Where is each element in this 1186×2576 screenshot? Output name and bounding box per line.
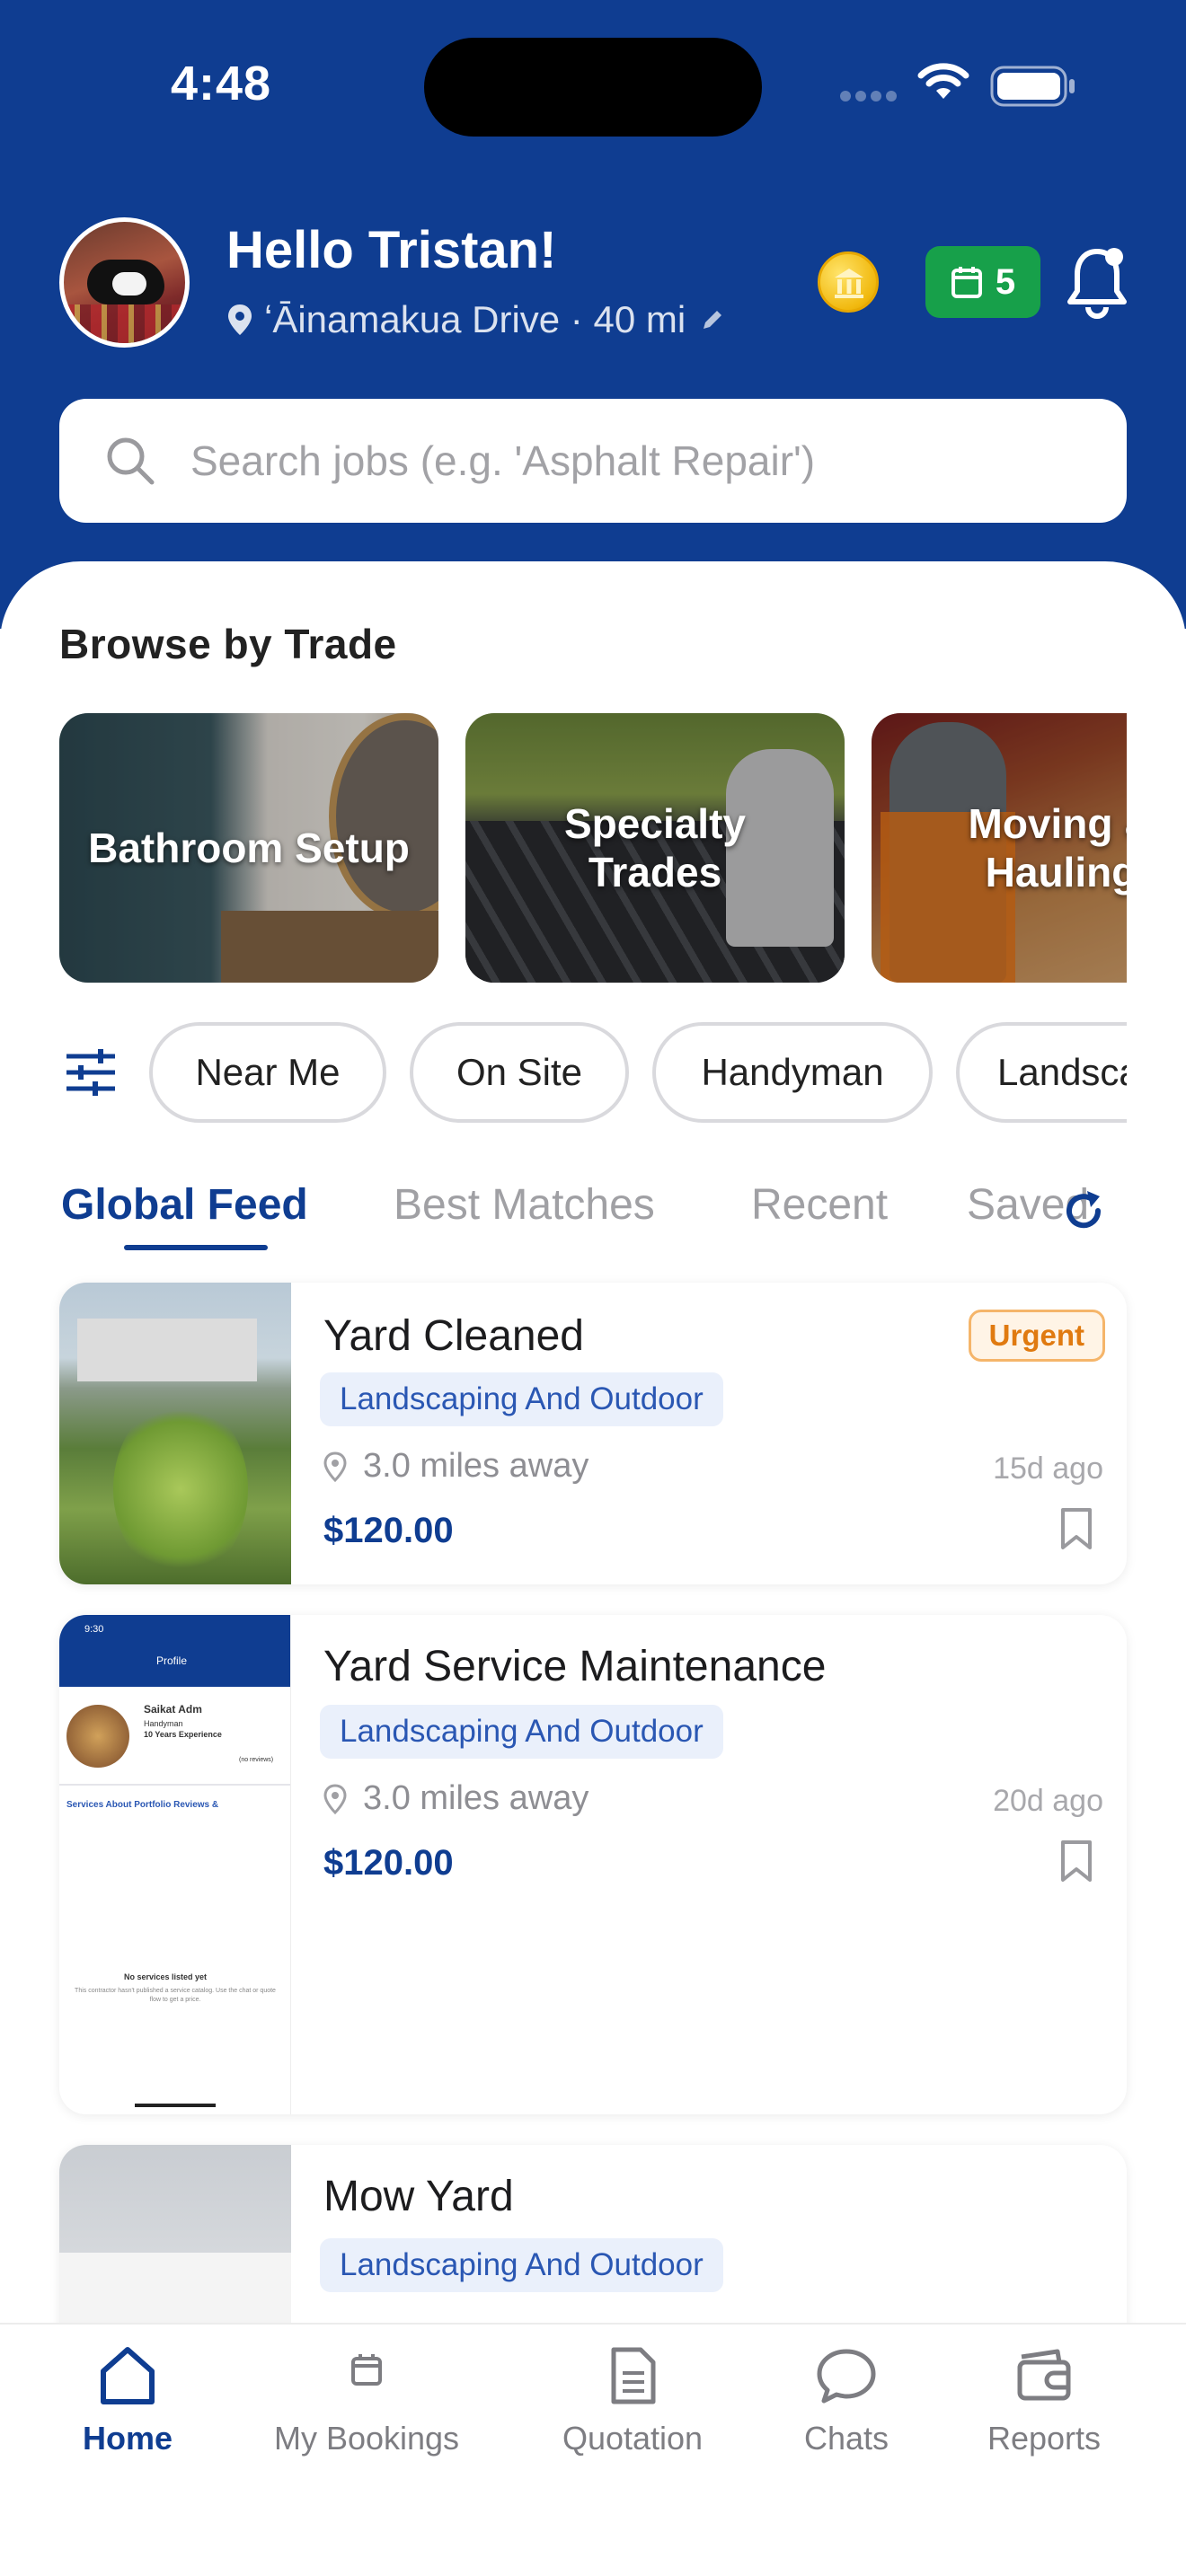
job-thumbnail [59, 1283, 291, 1584]
tab-global-feed[interactable]: Global Feed [61, 1180, 308, 1230]
nav-chats[interactable]: Chats [739, 2344, 954, 2457]
bell-icon[interactable] [1063, 244, 1131, 322]
filter-chip-on-site[interactable]: On Site [410, 1022, 629, 1123]
job-category-tag: Landscaping And Outdoor [320, 1372, 723, 1426]
bookmark-icon[interactable] [1058, 1839, 1094, 1883]
nav-label: My Bookings [273, 2420, 460, 2457]
distance-text: 3.0 miles away [363, 1779, 589, 1817]
trade-carousel[interactable]: Bathroom Setup Specialty Trades Moving &… [59, 713, 1127, 983]
app-header: 4:48 Hello Tristan! ʻĀinamakua Drive · 4… [0, 0, 1186, 629]
filter-chip-handyman[interactable]: Handyman [652, 1022, 933, 1123]
nav-label: Home [82, 2420, 173, 2457]
refresh-icon[interactable] [1060, 1187, 1107, 1234]
status-time: 4:48 [171, 57, 272, 110]
trade-label: Moving & Hauling [968, 800, 1128, 895]
bookmark-icon[interactable] [1058, 1507, 1094, 1550]
coin-icon[interactable] [818, 251, 879, 313]
nav-label: Quotation [562, 2420, 704, 2457]
location-pin-icon [323, 1451, 347, 1482]
nav-quotation[interactable]: Quotation [525, 2344, 740, 2457]
job-distance: 3.0 miles away [323, 1447, 589, 1486]
nav-my-bookings[interactable]: My Bookings [259, 2344, 474, 2457]
filter-sliders-icon[interactable] [65, 1047, 117, 1098]
trade-label: Specialty Trades [564, 800, 746, 895]
job-thumbnail: 9:30 Profile Saikat Adm Handyman 10 Year… [59, 1615, 291, 2114]
trade-label: Bathroom Setup [88, 825, 410, 871]
feed-tabs: Global Feed Best Matches Recent Saved [59, 1173, 1127, 1254]
pencil-icon [704, 311, 722, 329]
urgent-badge: Urgent [968, 1310, 1105, 1362]
tab-best-matches[interactable]: Best Matches [394, 1180, 655, 1230]
job-category-tag: Landscaping And Outdoor [320, 2238, 723, 2292]
job-price: $120.00 [323, 1843, 454, 1883]
document-icon [611, 2347, 656, 2404]
home-icon [101, 2347, 155, 2404]
job-distance: 3.0 miles away [323, 1779, 589, 1818]
job-card[interactable]: Yard Cleaned Urgent Landscaping And Outd… [59, 1283, 1127, 1584]
location-text: ʻĀinamakua Drive · 40 mi [264, 298, 686, 340]
bookings-count: 5 [995, 261, 1016, 302]
filter-chip-near-me[interactable]: Near Me [149, 1022, 386, 1123]
location-pin-icon [228, 304, 252, 335]
nav-label: Reports [987, 2420, 1102, 2457]
job-price: $120.00 [323, 1511, 454, 1550]
filter-bar: Near Me On Site Handyman Landscaping [59, 1022, 1127, 1123]
bookings-badge[interactable]: 5 [925, 246, 1040, 318]
active-tab-indicator [124, 1245, 268, 1250]
nav-reports[interactable]: Reports [936, 2344, 1152, 2457]
job-title: Yard Service Maintenance [323, 1643, 827, 1690]
dynamic-island [424, 38, 762, 137]
job-title: Mow Yard [323, 2173, 514, 2220]
calendar-icon [951, 267, 982, 298]
job-card[interactable]: 9:30 Profile Saikat Adm Handyman 10 Year… [59, 1615, 1127, 2114]
job-title: Yard Cleaned [323, 1312, 584, 1360]
search-input[interactable] [190, 437, 1053, 485]
nav-label: Chats [803, 2420, 890, 2457]
tab-recent[interactable]: Recent [751, 1180, 888, 1230]
posted-time: 15d ago [993, 1451, 1103, 1486]
greeting-text: Hello Tristan! [226, 221, 557, 279]
trade-card-specialty-trades[interactable]: Specialty Trades [465, 713, 845, 983]
avatar[interactable] [59, 217, 190, 348]
chat-bubble-icon [817, 2349, 876, 2404]
filter-chip-landscaping[interactable]: Landscaping [956, 1022, 1127, 1123]
trade-card-bathroom-setup[interactable]: Bathroom Setup [59, 713, 438, 983]
trade-card-moving-hauling[interactable]: Moving & Hauling [872, 713, 1127, 983]
battery-icon [990, 66, 1075, 107]
search-icon [107, 437, 155, 485]
calendar-icon [351, 2354, 382, 2386]
location-selector[interactable]: ʻĀinamakua Drive · 40 mi [226, 298, 725, 341]
browse-by-trade-title: Browse by Trade [59, 621, 397, 667]
bottom-navigation: Home My Bookings Quotation Chats Reports [0, 2323, 1186, 2576]
wifi-icon [917, 63, 969, 99]
distance-text: 3.0 miles away [363, 1447, 589, 1485]
job-category-tag: Landscaping And Outdoor [320, 1705, 723, 1759]
search-bar[interactable] [59, 399, 1127, 523]
location-pin-icon [323, 1783, 347, 1814]
posted-time: 20d ago [993, 1784, 1103, 1818]
signal-dots-icon [840, 90, 901, 102]
wallet-icon [1017, 2349, 1071, 2401]
nav-home[interactable]: Home [20, 2344, 235, 2457]
